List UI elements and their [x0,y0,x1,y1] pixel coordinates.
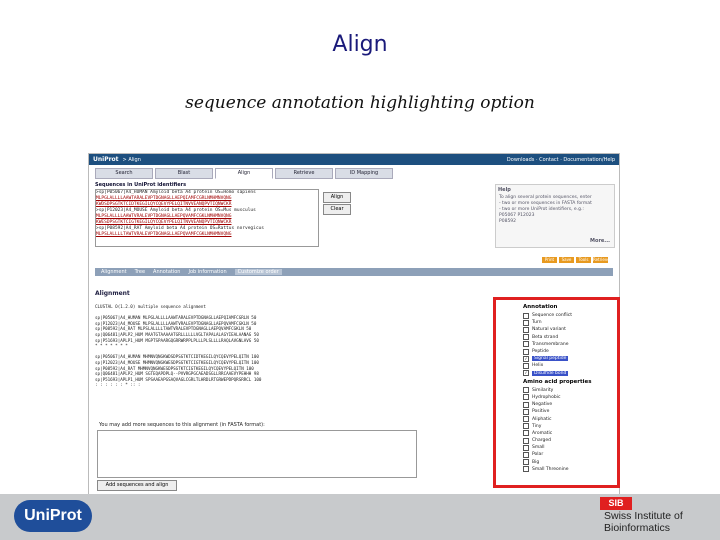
add-sequences-input[interactable] [97,430,417,478]
tab-blast[interactable]: Blast [155,168,213,179]
help-box: Help To align several protein sequences,… [495,184,615,248]
top-bar: UniProt > Align Downloads · Contact · Do… [89,154,619,165]
sequence-input[interactable]: >sp|P05067|A4_HUMAN Amyloid beta A4 prot… [95,189,319,247]
help-line: P08592 [499,219,517,224]
sib-line-1: Swiss Institute of [604,510,683,522]
tab-job-information[interactable]: Job information [188,269,226,275]
tab-retrieve[interactable]: Retrieve [275,168,333,179]
sib-logo: SIB [600,497,632,510]
highlight-callout-frame [493,297,620,488]
align-button[interactable]: Align [323,192,351,203]
alignment-line: : : : : : : * :: : [95,382,141,388]
clear-button[interactable]: Clear [323,204,351,215]
uniprot-logo: UniProt [14,500,92,532]
sequence-label: Sequences in UniProt identifiers [95,182,187,188]
sib-line-2: Bioinformatics [604,522,670,534]
tab-id-mapping[interactable]: ID Mapping [335,168,393,179]
breadcrumb: > Align [122,156,141,163]
save-button[interactable]: Save [559,257,574,263]
sib-name: Swiss Institute of Bioinformatics [604,510,683,534]
top-links[interactable]: Downloads · Contact · Documentation/Help [507,157,615,163]
help-title: Help [498,187,511,193]
result-actions: Print Save Tools Retrieve [542,257,610,263]
retrieve-button[interactable]: Retrieve [593,257,610,263]
tab-alignment[interactable]: Alignment [101,269,127,275]
tab-customize-order[interactable]: Customize order [234,269,282,275]
tab-tree[interactable]: Tree [135,269,145,275]
tab-align[interactable]: Align [215,168,273,179]
main-tabs: Search Blast Align Retrieve ID Mapping [95,168,393,179]
tab-annotation[interactable]: Annotation [153,269,180,275]
tab-search[interactable]: Search [95,168,153,179]
sequence-line: MLPSLALLLLTAWTVRALEVPTDGNAGLLAEPQVAMFCGK… [96,232,232,237]
add-sequences-button[interactable]: Add sequences and align [97,480,177,491]
slide-subtitle: sequence annotation highlighting option [185,93,535,113]
alignment-view: CLUSTAL O(1.2.0) multiple sequence align… [95,304,425,419]
results-tabs: Alignment Tree Annotation Job informatio… [95,268,613,276]
print-button[interactable]: Print [542,257,557,263]
slide-title: Align [332,32,388,57]
alignment-title: Alignment [95,290,130,297]
sib-badge: SIB [600,497,632,510]
add-sequences-note: You may add more sequences to this align… [99,422,265,428]
tools-button[interactable]: Tools [576,257,591,263]
help-more-link[interactable]: More... [590,238,610,244]
uniprot-topbar-logo[interactable]: UniProt [93,156,119,163]
